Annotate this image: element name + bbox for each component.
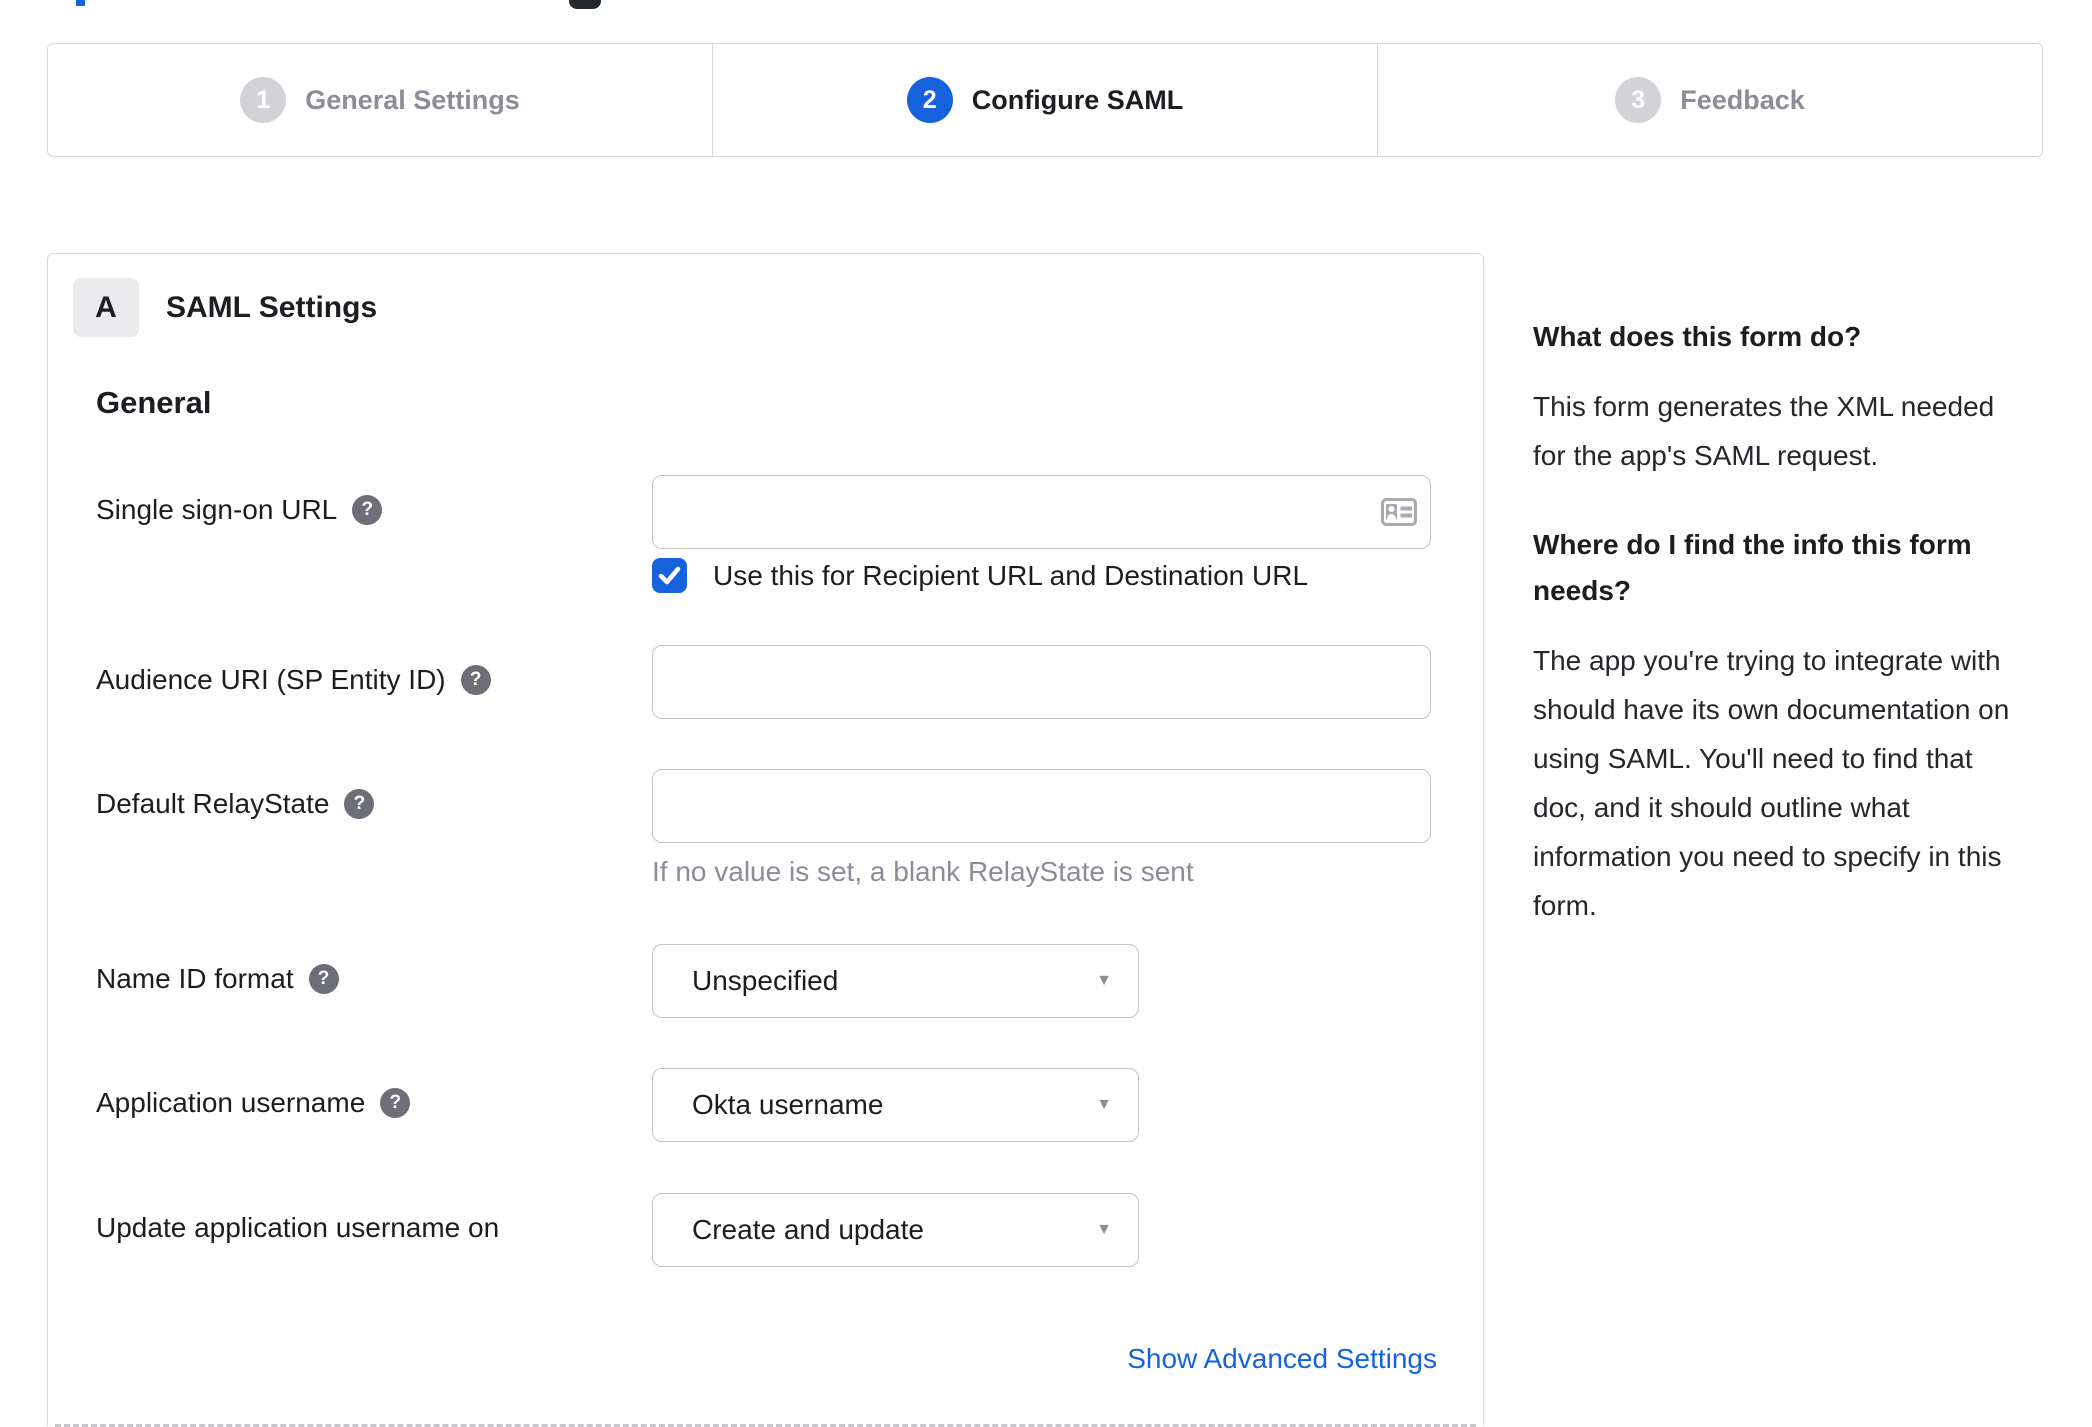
chevron-down-icon: ▼ xyxy=(1096,1221,1112,1238)
help-q2-heading: Where do I find the info this form needs… xyxy=(1533,529,1972,606)
relay-state-hint: If no value is set, a blank RelayState i… xyxy=(652,856,1194,887)
panel-title: SAML Settings xyxy=(166,290,378,324)
step-configure-saml[interactable]: 2 Configure SAML xyxy=(712,44,1377,156)
help-q2-body: The app you're trying to integrate with … xyxy=(1533,645,2010,921)
update-app-username-row: Update application username on Create an… xyxy=(96,1193,1139,1267)
cropped-blue-fragment xyxy=(76,0,85,6)
step-3-circle: 3 xyxy=(1615,77,1662,123)
panel-header: A SAML Settings xyxy=(73,278,377,337)
show-advanced-settings-link[interactable]: Show Advanced Settings xyxy=(1127,1343,1437,1374)
app-username-help-icon[interactable]: ? xyxy=(380,1088,411,1118)
name-id-format-select[interactable]: Unspecified ▼ xyxy=(652,944,1139,1018)
sso-url-help-icon[interactable]: ? xyxy=(352,495,383,525)
update-app-username-label: Update application username on xyxy=(96,1212,500,1243)
advanced-settings-row: Show Advanced Settings xyxy=(96,1343,1437,1375)
app-username-select[interactable]: Okta username ▼ xyxy=(652,1068,1139,1142)
relay-state-input[interactable] xyxy=(652,769,1431,843)
name-id-format-help-icon[interactable]: ? xyxy=(308,964,339,994)
sso-url-input[interactable] xyxy=(652,475,1431,549)
chevron-down-icon: ▼ xyxy=(1096,972,1112,989)
help-q1-heading: What does this form do? xyxy=(1533,321,1862,352)
sso-url-control xyxy=(652,475,1431,549)
relay-state-control: If no value is set, a blank RelayState i… xyxy=(652,769,1431,888)
app-username-value: Okta username xyxy=(692,1089,884,1120)
update-app-username-control: Create and update ▼ xyxy=(652,1193,1139,1267)
relay-state-label: Default RelayState xyxy=(96,788,330,819)
name-id-format-label-group: Name ID format ? xyxy=(96,944,652,997)
cropped-icon-fragment xyxy=(569,0,601,9)
step-2-label: Configure SAML xyxy=(971,84,1184,115)
step-feedback[interactable]: 3 Feedback xyxy=(1377,44,2042,156)
wizard-stepper: 1 General Settings 2 Configure SAML 3 Fe… xyxy=(47,43,2043,157)
audience-uri-label: Audience URI (SP Entity ID) xyxy=(96,664,446,695)
audience-uri-control xyxy=(652,645,1431,719)
audience-uri-help-icon[interactable]: ? xyxy=(460,665,491,695)
recipient-url-checkbox-label: Use this for Recipient URL and Destinati… xyxy=(713,559,1309,591)
step-3-label: Feedback xyxy=(1680,84,1805,115)
relay-state-help-icon[interactable]: ? xyxy=(344,789,375,819)
app-username-label-group: Application username ? xyxy=(96,1068,652,1121)
audience-uri-label-group: Audience URI (SP Entity ID) ? xyxy=(96,645,652,698)
saml-settings-panel: A SAML Settings General Single sign-on U… xyxy=(47,253,1484,1427)
sso-url-label-group: Single sign-on URL ? xyxy=(96,475,652,528)
step-1-label: General Settings xyxy=(305,84,520,115)
step-2-circle: 2 xyxy=(906,77,953,123)
audience-uri-row: Audience URI (SP Entity ID) ? xyxy=(96,645,1431,719)
sso-url-label: Single sign-on URL xyxy=(96,494,338,525)
audience-uri-input[interactable] xyxy=(652,645,1431,719)
sso-url-row: Single sign-on URL ? xyxy=(96,475,1431,549)
step-1-circle: 1 xyxy=(240,77,287,123)
update-app-username-select[interactable]: Create and update ▼ xyxy=(652,1193,1139,1267)
update-app-username-label-group: Update application username on xyxy=(96,1193,652,1246)
relay-state-label-group: Default RelayState ? xyxy=(96,769,652,822)
relay-state-row: Default RelayState ? If no value is set,… xyxy=(96,769,1431,888)
recipient-url-checkbox-row: Use this for Recipient URL and Destinati… xyxy=(652,558,1308,593)
chevron-down-icon: ▼ xyxy=(1096,1096,1112,1113)
app-username-control: Okta username ▼ xyxy=(652,1068,1139,1142)
general-section-heading: General xyxy=(96,385,212,420)
step-general-settings[interactable]: 1 General Settings xyxy=(48,44,712,156)
name-id-format-label: Name ID format xyxy=(96,963,294,994)
help-sidebar: What does this form do? This form genera… xyxy=(1533,314,2092,972)
section-a-badge: A xyxy=(73,278,139,337)
recipient-url-checkbox[interactable] xyxy=(652,558,687,593)
app-username-row: Application username ? Okta username ▼ xyxy=(96,1068,1139,1142)
name-id-format-value: Unspecified xyxy=(692,965,839,996)
update-app-username-value: Create and update xyxy=(692,1214,924,1245)
checkmark-icon xyxy=(658,566,681,585)
help-q1-body: This form generates the XML needed for t… xyxy=(1533,391,1995,471)
name-id-format-row: Name ID format ? Unspecified ▼ xyxy=(96,944,1139,1018)
app-username-label: Application username xyxy=(96,1087,366,1118)
name-id-format-control: Unspecified ▼ xyxy=(652,944,1139,1018)
